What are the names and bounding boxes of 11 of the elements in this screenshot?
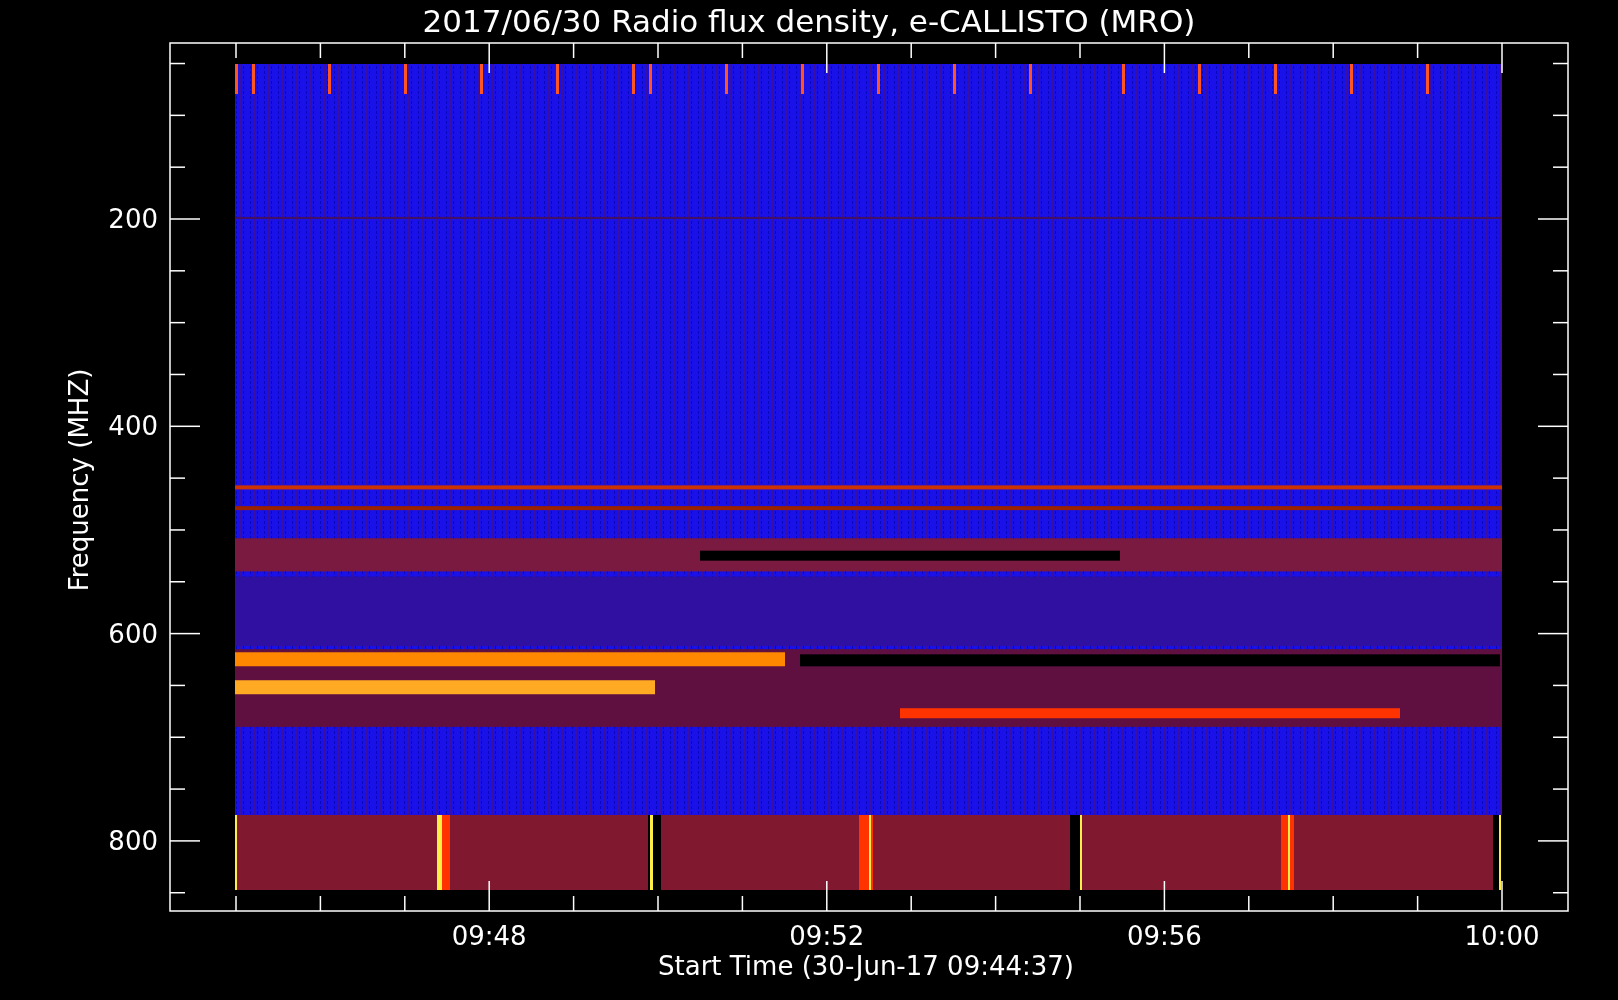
y-tick-label: 200 [108,204,158,234]
x-tick-label: 09:52 [789,921,865,951]
x-tick-label: 10:00 [1464,921,1540,951]
y-tick-label: 800 [108,825,158,856]
y-axis-label: Frequency (MHZ) [64,368,94,592]
y-tick-label: 400 [108,411,158,442]
x-axis-label: Start Time (30-Jun-17 09:44:37) [658,951,1074,981]
y-tick-label: 600 [108,618,158,649]
chart-title: 2017/06/30 Radio flux density, e-CALLISTO (MRO) [422,3,1196,39]
x-tick-label: 09:48 [451,921,527,951]
x-tick-label: 09:56 [1126,921,1202,951]
